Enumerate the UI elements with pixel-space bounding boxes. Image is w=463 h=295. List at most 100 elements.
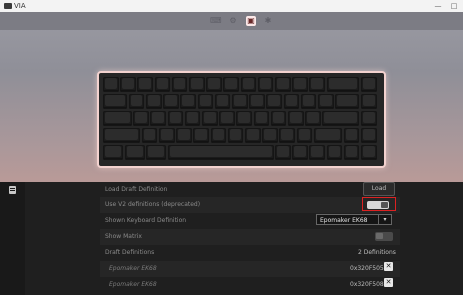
- keycap[interactable]: [103, 145, 123, 160]
- menu-keyboard-icon[interactable]: ⌨: [210, 16, 222, 26]
- keycap[interactable]: [180, 94, 197, 109]
- keycap[interactable]: [227, 128, 244, 143]
- load-draft-label: Load Draft Definition: [105, 186, 168, 193]
- keycap[interactable]: [236, 111, 252, 126]
- minimize-button[interactable]: —: [431, 0, 445, 12]
- keycap[interactable]: [262, 128, 278, 143]
- menu-design-icon[interactable]: ▣: [246, 16, 256, 26]
- keycap[interactable]: [309, 77, 326, 92]
- keycap[interactable]: [257, 77, 274, 92]
- keycap[interactable]: [210, 128, 227, 143]
- draft-row-1: Epomaker EK68 0x320F5055 ✕: [100, 261, 400, 277]
- toggle-knob: [381, 202, 388, 208]
- keycap[interactable]: [343, 145, 360, 160]
- use-v2-highlight: [362, 197, 396, 211]
- settings-menu-icon[interactable]: [9, 186, 16, 194]
- keycap[interactable]: [120, 77, 136, 92]
- keycap[interactable]: [141, 128, 158, 143]
- keycap[interactable]: [103, 111, 132, 126]
- keycap[interactable]: [103, 94, 128, 109]
- use-v2-label: Use V2 definitions (deprecated): [105, 201, 201, 208]
- keycap[interactable]: [270, 111, 287, 126]
- keycap[interactable]: [309, 145, 326, 160]
- keycap[interactable]: [318, 94, 334, 109]
- keycap[interactable]: [167, 111, 184, 126]
- keycap[interactable]: [266, 94, 283, 109]
- top-menu: ⌨ ⚙ ▣ ✱: [0, 12, 463, 30]
- draft-id: 0x320F5055: [350, 265, 388, 272]
- keycap[interactable]: [124, 145, 145, 160]
- keycap[interactable]: [361, 77, 377, 92]
- keycap[interactable]: [279, 128, 295, 143]
- chevron-down-icon[interactable]: ▾: [378, 215, 391, 224]
- keycap[interactable]: [232, 94, 248, 109]
- menu-settings-icon[interactable]: ✱: [263, 16, 273, 26]
- keycap[interactable]: [219, 111, 235, 126]
- keycap[interactable]: [296, 128, 313, 143]
- keycap[interactable]: [158, 128, 175, 143]
- draft-name: Epomaker EK68: [109, 281, 157, 288]
- draft-id: 0x320F5088: [350, 281, 388, 288]
- keycap[interactable]: [163, 94, 179, 109]
- keycap[interactable]: [361, 128, 377, 143]
- keycap[interactable]: [223, 77, 240, 92]
- keycap[interactable]: [300, 94, 317, 109]
- keycap[interactable]: [103, 77, 119, 92]
- keycap[interactable]: [275, 77, 291, 92]
- keycap[interactable]: [253, 111, 270, 126]
- keyboard-definition-select[interactable]: Epomaker EK68 ▾: [316, 214, 392, 225]
- keycap[interactable]: [171, 77, 188, 92]
- keycap[interactable]: [361, 94, 377, 109]
- keycap[interactable]: [150, 111, 166, 126]
- menu-gear-icon[interactable]: ⚙: [228, 16, 238, 26]
- keycap[interactable]: [287, 111, 304, 126]
- row-shown-keyboard: Shown Keyboard Definition Epomaker EK68 …: [100, 213, 400, 229]
- keycap[interactable]: [326, 77, 360, 92]
- use-v2-toggle[interactable]: [367, 201, 389, 209]
- keycap[interactable]: [197, 94, 214, 109]
- keycap[interactable]: [128, 94, 145, 109]
- keycap[interactable]: [133, 111, 149, 126]
- selected-keyboard: Epomaker EK68: [320, 217, 368, 224]
- keycap[interactable]: [206, 77, 222, 92]
- maximize-button[interactable]: □: [447, 0, 461, 12]
- keycap[interactable]: [343, 128, 360, 143]
- draft-name: Epomaker EK68: [109, 265, 157, 272]
- keycap[interactable]: [292, 145, 308, 160]
- keycap[interactable]: [189, 77, 205, 92]
- keycap[interactable]: [361, 145, 377, 160]
- keycap[interactable]: [313, 128, 343, 143]
- keycap[interactable]: [283, 94, 300, 109]
- keycap[interactable]: [146, 94, 162, 109]
- keycap[interactable]: [305, 111, 321, 126]
- keyboard-keys: [103, 77, 380, 162]
- keycap[interactable]: [193, 128, 209, 143]
- keycap[interactable]: [214, 94, 231, 109]
- keycap[interactable]: [292, 77, 308, 92]
- keycap[interactable]: [240, 77, 257, 92]
- keycap[interactable]: [167, 145, 274, 160]
- show-matrix-label: Show Matrix: [105, 233, 142, 240]
- side-nav: [0, 182, 25, 295]
- row-draft-definitions: Draft Definitions 2 Definitions: [100, 245, 400, 261]
- keycap[interactable]: [335, 94, 360, 109]
- keycap[interactable]: [322, 111, 360, 126]
- keycap[interactable]: [275, 145, 291, 160]
- load-button[interactable]: Load: [363, 182, 395, 196]
- keycap[interactable]: [103, 128, 141, 143]
- keycap[interactable]: [361, 111, 377, 126]
- keycap[interactable]: [184, 111, 201, 126]
- show-matrix-toggle[interactable]: [375, 232, 393, 241]
- keycap[interactable]: [176, 128, 192, 143]
- settings-panel: Load Draft Definition Load Use V2 defini…: [0, 182, 463, 295]
- close-icon[interactable]: ✕: [384, 278, 393, 287]
- close-icon[interactable]: ✕: [384, 262, 393, 271]
- keycap[interactable]: [249, 94, 265, 109]
- keycap[interactable]: [146, 145, 166, 160]
- keycap[interactable]: [201, 111, 218, 126]
- keycap[interactable]: [326, 145, 343, 160]
- row-use-v2: Use V2 definitions (deprecated): [100, 197, 400, 213]
- keycap[interactable]: [137, 77, 154, 92]
- keycap[interactable]: [154, 77, 171, 92]
- keycap[interactable]: [244, 128, 261, 143]
